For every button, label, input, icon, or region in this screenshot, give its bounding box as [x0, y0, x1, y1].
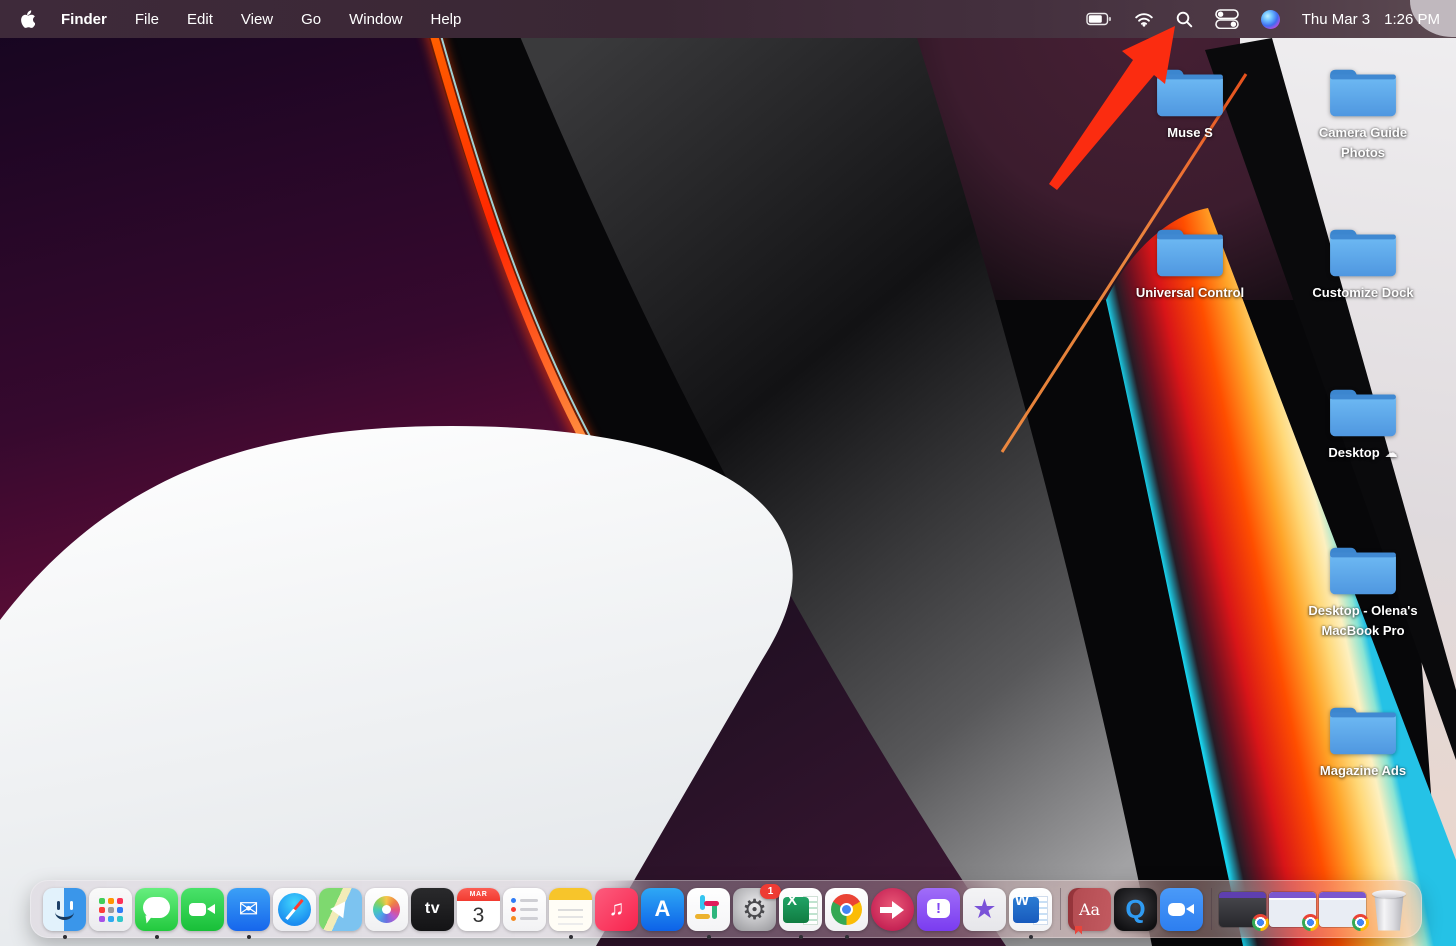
desktop-folder-camera-guide-photos[interactable]: Camera GuidePhotos [1288, 60, 1438, 162]
dock-items: tvMAR3 A 1X!★W AaQ [42, 888, 1411, 931]
dock-app-store-icon[interactable]: A [641, 888, 684, 931]
desktop-folder-desktop-olena-s-macbook-pro[interactable]: Desktop - Olena'sMacBook Pro [1288, 538, 1438, 640]
dock-minimized-window-1-icon[interactable] [1219, 892, 1266, 927]
running-indicator [63, 935, 67, 939]
dock-maps-icon[interactable] [319, 888, 362, 931]
folder-icon [1323, 220, 1403, 282]
desktop-folder-desktop[interactable]: Desktop [1288, 380, 1438, 463]
dock-dictionary-icon[interactable]: Aa [1068, 888, 1111, 931]
dock-calendar-icon[interactable]: MAR3 [457, 888, 500, 931]
menu-edit[interactable]: Edit [173, 11, 227, 28]
dock-notes-icon[interactable] [549, 888, 592, 931]
folder-icon [1323, 60, 1403, 122]
menu-bar: Finder FileEditViewGoWindowHelp Thu Mar … [0, 0, 1456, 38]
dock-system-preferences-icon[interactable]: 1 [733, 888, 776, 931]
macos-desktop: Finder FileEditViewGoWindowHelp Thu Mar … [0, 0, 1456, 946]
folder-icon [1323, 698, 1403, 760]
menubar-menus: FileEditViewGoWindowHelp [121, 11, 476, 28]
dock-apple-tv-icon[interactable]: tv [411, 888, 454, 931]
menu-bar-clock[interactable]: Thu Mar 3 1:26 PM [1302, 11, 1440, 28]
running-indicator [569, 935, 573, 939]
folder-label: Customize Dock [1312, 283, 1413, 303]
active-app-name[interactable]: Finder [47, 11, 121, 28]
desktop-folder-customize-dock[interactable]: Customize Dock [1288, 220, 1438, 303]
desktop-folder-magazine-ads[interactable]: Magazine Ads [1288, 698, 1438, 781]
running-indicator [799, 935, 803, 939]
dock-divider [1211, 888, 1212, 930]
desktop-folder-universal-control[interactable]: Universal Control [1115, 220, 1265, 303]
dock-minimized-window-3-icon[interactable] [1319, 892, 1366, 927]
folder-label: Universal Control [1136, 283, 1244, 303]
running-indicator [247, 935, 251, 939]
running-indicator [707, 935, 711, 939]
dock-excel-icon[interactable]: X [779, 888, 822, 931]
menu-go[interactable]: Go [287, 11, 335, 28]
desktop-folders: Muse S Camera GuidePhotos Universal Contro… [0, 0, 1456, 946]
dock-facetime-icon[interactable] [181, 888, 224, 931]
folder-icon [1150, 220, 1230, 282]
dock-safari-icon[interactable] [273, 888, 316, 931]
battery-icon[interactable] [1086, 12, 1112, 26]
folder-icon [1150, 60, 1230, 122]
dock-word-icon[interactable]: W [1009, 888, 1052, 931]
running-indicator [155, 935, 159, 939]
dock-reminders-icon[interactable] [503, 888, 546, 931]
dock-mail-icon[interactable] [227, 888, 270, 931]
desktop-folder-muse-s[interactable]: Muse S [1115, 60, 1265, 143]
dock-trash-icon[interactable] [1369, 888, 1409, 931]
folder-label: Desktop - Olena'sMacBook Pro [1308, 601, 1417, 640]
dock-zoom-icon[interactable] [1160, 888, 1203, 931]
dock-messages-icon[interactable] [135, 888, 178, 931]
wifi-icon[interactable] [1134, 12, 1154, 27]
menu-window[interactable]: Window [335, 11, 416, 28]
siri-icon[interactable] [1261, 10, 1280, 29]
notification-badge: 1 [760, 884, 781, 899]
clock-time: 1:26 PM [1384, 11, 1440, 28]
folder-icon [1323, 538, 1403, 600]
dock-photos-icon[interactable] [365, 888, 408, 931]
menu-view[interactable]: View [227, 11, 287, 28]
dock: tvMAR3 A 1X!★W AaQ [30, 880, 1422, 938]
clock-date: Thu Mar 3 [1302, 11, 1370, 28]
dock-feedback-assistant-icon[interactable]: ! [917, 888, 960, 931]
folder-icon [1323, 380, 1403, 442]
folder-label: Desktop [1328, 443, 1397, 463]
dock-divider [1060, 888, 1061, 930]
dock-launchpad-icon[interactable] [89, 888, 132, 931]
spotlight-search-icon[interactable] [1176, 11, 1193, 28]
running-indicator [1029, 935, 1033, 939]
dock-chrome-icon[interactable] [825, 888, 868, 931]
running-indicator [845, 935, 849, 939]
dock-skitch-icon[interactable] [871, 888, 914, 931]
folder-label: Magazine Ads [1320, 761, 1406, 781]
folder-label: Camera GuidePhotos [1319, 123, 1407, 162]
dock-music-icon[interactable] [595, 888, 638, 931]
apple-menu-icon[interactable] [20, 10, 35, 28]
menu-file[interactable]: File [121, 11, 173, 28]
dock-finder-icon[interactable] [43, 888, 86, 931]
dock-quicktime-icon[interactable]: Q [1114, 888, 1157, 931]
folder-label: Muse S [1167, 123, 1213, 143]
control-center-icon[interactable] [1215, 9, 1239, 29]
dock-slack-icon[interactable] [687, 888, 730, 931]
icloud-status-icon [1380, 445, 1398, 460]
menu-help[interactable]: Help [417, 11, 476, 28]
dock-minimized-window-2-icon[interactable] [1269, 892, 1316, 927]
dock-imovie-icon[interactable]: ★ [963, 888, 1006, 931]
